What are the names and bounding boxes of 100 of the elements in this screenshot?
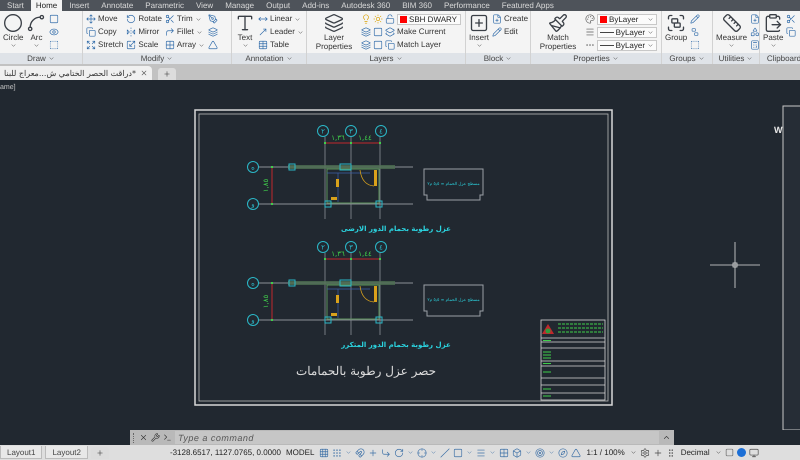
caret-icon[interactable] [662, 433, 671, 442]
caret-icon[interactable] [32, 42, 40, 49]
ribbon-tool-button[interactable]: Stretch [86, 39, 124, 51]
settings-icon[interactable] [640, 448, 650, 458]
grid-icon[interactable] [499, 448, 510, 458]
ribbon-tool-button[interactable]: Match Properties [534, 13, 582, 51]
pen-icon[interactable] [208, 14, 218, 24]
ribbon-tool-button[interactable]: Group [665, 13, 688, 42]
ribbon-tool-button[interactable]: Table [258, 39, 304, 51]
layers-icon[interactable] [361, 27, 371, 37]
caret-icon[interactable] [630, 449, 637, 456]
ribbon-tab[interactable]: Featured Apps [496, 0, 559, 11]
ribbon-tab[interactable]: Annotate [96, 0, 138, 11]
scissors-icon[interactable] [786, 14, 796, 24]
copy-icon[interactable] [786, 27, 796, 37]
wrench-icon[interactable] [151, 433, 160, 442]
dot-grid-icon[interactable] [332, 448, 342, 458]
property-dropdown[interactable]: ByLayer [597, 14, 657, 24]
ribbon-tab[interactable]: View [190, 0, 218, 11]
layers-icon[interactable] [361, 40, 371, 50]
ribbon-tool-button[interactable]: Layer Properties [310, 13, 358, 51]
layers-icon[interactable] [208, 27, 218, 37]
ribbon-tool-button[interactable]: Copy [86, 26, 124, 38]
plus-icon[interactable] [368, 448, 378, 458]
ribbon-tool-button[interactable]: Circle [3, 13, 24, 49]
circle-icon[interactable] [736, 448, 746, 457]
layer-dropdown[interactable]: SBH DWARY [397, 14, 461, 24]
caret-icon[interactable] [286, 55, 293, 62]
ribbon-tool-button[interactable]: Match Layer [385, 39, 442, 51]
close-icon[interactable] [139, 433, 148, 442]
caret-icon[interactable] [612, 55, 619, 62]
caret-icon[interactable] [728, 42, 736, 49]
caret-icon[interactable] [48, 55, 55, 62]
caret-icon[interactable] [505, 55, 512, 62]
units-button[interactable]: Decimal [678, 448, 712, 457]
caret-icon[interactable] [242, 42, 248, 49]
dashed-square-icon[interactable] [690, 40, 700, 50]
crosshair-icon[interactable] [417, 448, 428, 458]
ribbon-tab[interactable]: Autodesk 360 [336, 0, 396, 11]
ribbon-tool-button[interactable]: Make Current [385, 26, 446, 38]
target-icon[interactable] [535, 448, 546, 458]
command-input[interactable]: Type a command [175, 431, 659, 444]
caret-icon[interactable] [396, 55, 402, 62]
ribbon-tool-button[interactable]: Measure [716, 13, 748, 49]
document-tab[interactable]: *دراقت الحصر الختامي ش...معراج للبنا [0, 66, 152, 80]
caret-icon[interactable] [714, 449, 722, 456]
panel-title-button[interactable]: Utilities [713, 53, 759, 64]
panel-title-button[interactable]: Groups [662, 53, 712, 64]
property-dropdown[interactable]: ByLayer [597, 26, 657, 38]
shapes-icon[interactable] [750, 27, 759, 37]
ribbon-tab[interactable]: Output [261, 0, 296, 11]
unlocked-icon[interactable] [385, 14, 395, 24]
ribbon-tab[interactable]: Performance [438, 0, 495, 11]
square-icon[interactable] [373, 27, 383, 37]
annotation-scale-button[interactable]: 1:1 / 100% [584, 448, 627, 457]
rectangle-icon[interactable] [49, 14, 60, 24]
caret-icon[interactable] [196, 28, 203, 36]
file-plus-icon[interactable] [750, 14, 759, 24]
ribbon-tool-button[interactable]: Edit [492, 26, 528, 38]
triangle-icon[interactable] [571, 448, 582, 458]
ribbon-tab[interactable]: Home [30, 0, 62, 11]
box-icon[interactable] [512, 448, 522, 458]
prompt-icon[interactable] [163, 433, 172, 442]
new-tab-button[interactable] [158, 68, 176, 80]
square-icon[interactable] [724, 448, 734, 457]
caret-icon[interactable] [194, 16, 202, 22]
ribbon-tool-button[interactable]: Move [86, 13, 124, 25]
corner-arrow-icon[interactable] [381, 448, 392, 458]
eye-icon[interactable] [49, 27, 60, 37]
monitor-icon[interactable] [748, 448, 759, 458]
ribbon-tab[interactable]: Parametric [140, 0, 189, 11]
dashed-square-icon[interactable] [49, 40, 60, 50]
ribbon-tab[interactable]: BIM 360 [397, 0, 437, 11]
caret-icon[interactable] [770, 42, 777, 49]
ribbon-tab[interactable]: Start [2, 0, 29, 11]
ribbon-tool-button[interactable]: Linear [258, 13, 304, 25]
panel-title-button[interactable]: Modify [83, 53, 231, 64]
lines-icon[interactable] [476, 448, 486, 458]
ribbon-tool-button[interactable]: Rotate [126, 13, 162, 25]
square-icon[interactable] [453, 448, 464, 458]
ribbon-tool-button[interactable]: Fillet [164, 26, 206, 38]
square-icon[interactable] [373, 40, 383, 50]
caret-icon[interactable] [746, 55, 754, 62]
ribbon-tool-button[interactable]: Arc [26, 13, 46, 49]
ribbon-tool-button[interactable]: Create [492, 13, 528, 25]
ribbon-tool-button[interactable]: Array [164, 39, 206, 51]
panel-title-button[interactable]: Draw [0, 53, 82, 64]
compass-icon[interactable] [558, 448, 568, 458]
slash-icon[interactable] [440, 448, 450, 458]
caret-icon[interactable] [294, 16, 302, 22]
model-space-button[interactable]: MODEL [284, 448, 316, 457]
property-dropdown[interactable]: ByLayer [597, 40, 657, 50]
panel-title-button[interactable]: Properties [531, 53, 661, 64]
caret-icon[interactable] [166, 55, 174, 62]
ribbon-tool-button[interactable]: Mirror [126, 26, 162, 38]
plus-icon[interactable] [652, 448, 663, 458]
ribbon-tab[interactable]: Insert [64, 0, 94, 11]
ribbon-tool-button[interactable]: Insert [469, 13, 490, 49]
grid-icon[interactable] [319, 448, 330, 458]
ribbon-tool-button[interactable]: Text [235, 13, 255, 49]
